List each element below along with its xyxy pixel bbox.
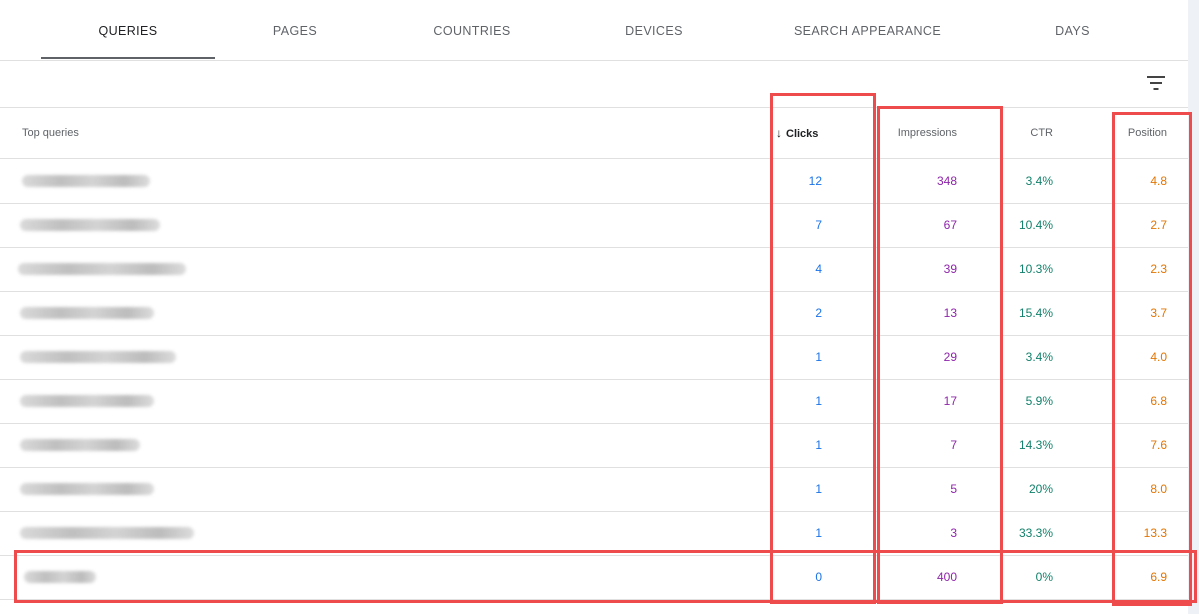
ctr-cell: 0% — [1035, 570, 1053, 584]
redacted-query — [24, 571, 96, 583]
table-row[interactable]: 1 17 5.9% 6.8 — [0, 379, 1188, 424]
clicks-cell: 0 — [815, 570, 822, 584]
position-cell: 13.3 — [1143, 526, 1167, 540]
table-row[interactable]: 0 400 0% 6.9 — [0, 555, 1188, 600]
arrow-down-icon: ↓ — [776, 126, 782, 140]
clicks-header-label: Clicks — [786, 128, 819, 140]
tab-devices[interactable]: DEVICES — [568, 0, 740, 60]
position-cell: 4.8 — [1150, 174, 1167, 188]
ctr-cell: 20% — [1028, 482, 1053, 496]
table-toolbar — [0, 61, 1188, 108]
ctr-cell: 15.4% — [1018, 306, 1053, 320]
table-header: Top queries ↓ Clicks Impressions CTR Posi… — [0, 108, 1188, 159]
column-header-top-queries[interactable]: Top queries — [22, 108, 79, 158]
clicks-cell: 1 — [815, 526, 822, 540]
tab-search-appearance[interactable]: SEARCH APPEARANCE — [760, 0, 975, 60]
ctr-cell: 14.3% — [1018, 438, 1053, 452]
dimension-tabs: QUERIES PAGES COUNTRIES DEVICES SEARCH A… — [0, 0, 1188, 61]
impressions-cell: 3 — [950, 526, 957, 540]
column-header-position[interactable]: Position — [1110, 108, 1167, 158]
performance-report-panel: QUERIES PAGES COUNTRIES DEVICES SEARCH A… — [0, 0, 1197, 614]
table-row[interactable]: 1 5 20% 8.0 — [0, 467, 1188, 512]
impressions-cell: 39 — [943, 262, 957, 276]
position-cell: 2.3 — [1150, 262, 1167, 276]
clicks-cell: 4 — [815, 262, 822, 276]
position-cell: 6.8 — [1150, 394, 1167, 408]
redacted-query — [20, 351, 176, 363]
ctr-cell: 5.9% — [1025, 394, 1053, 408]
table-row[interactable]: 2 13 15.4% 3.7 — [0, 291, 1188, 336]
redacted-query — [20, 219, 160, 231]
redacted-query — [20, 395, 154, 407]
clicks-cell: 1 — [815, 482, 822, 496]
table-row[interactable]: 4 39 10.3% 2.3 — [0, 247, 1188, 292]
impressions-cell: 7 — [950, 438, 957, 452]
impressions-cell: 67 — [943, 218, 957, 232]
impressions-cell: 17 — [943, 394, 957, 408]
impressions-cell: 13 — [943, 306, 957, 320]
ctr-cell: 3.4% — [1025, 174, 1053, 188]
position-cell: 8.0 — [1150, 482, 1167, 496]
redacted-query — [22, 175, 150, 187]
clicks-cell: 2 — [815, 306, 822, 320]
position-cell: 6.9 — [1150, 570, 1167, 584]
column-header-clicks[interactable]: ↓ Clicks — [776, 108, 818, 158]
redacted-query — [18, 263, 186, 275]
clicks-cell: 1 — [815, 350, 822, 364]
tab-pages[interactable]: PAGES — [215, 0, 375, 60]
ctr-cell: 3.4% — [1025, 350, 1053, 364]
clicks-cell: 1 — [815, 438, 822, 452]
position-cell: 3.7 — [1150, 306, 1167, 320]
impressions-cell: 29 — [943, 350, 957, 364]
filter-icon[interactable] — [1146, 74, 1166, 92]
ctr-cell: 33.3% — [1018, 526, 1053, 540]
active-tab-indicator — [41, 57, 215, 59]
redacted-query — [20, 527, 194, 539]
table-row[interactable]: 1 3 33.3% 13.3 — [0, 511, 1188, 556]
clicks-cell: 7 — [815, 218, 822, 232]
tab-days[interactable]: DAYS — [990, 0, 1155, 60]
table-row[interactable]: 12 348 3.4% 4.8 — [0, 159, 1188, 204]
redacted-query — [20, 307, 154, 319]
position-cell: 4.0 — [1150, 350, 1167, 364]
ctr-cell: 10.4% — [1018, 218, 1053, 232]
redacted-query — [20, 483, 154, 495]
position-cell: 7.6 — [1150, 438, 1167, 452]
redacted-query — [20, 439, 140, 451]
table-row[interactable]: 1 29 3.4% 4.0 — [0, 335, 1188, 380]
tab-countries[interactable]: COUNTRIES — [382, 0, 562, 60]
tab-queries[interactable]: QUERIES — [41, 0, 215, 60]
impressions-cell: 348 — [936, 174, 957, 188]
clicks-cell: 1 — [815, 394, 822, 408]
table-row[interactable]: 7 67 10.4% 2.7 — [0, 203, 1188, 248]
position-cell: 2.7 — [1150, 218, 1167, 232]
clicks-cell: 12 — [808, 174, 822, 188]
impressions-cell: 5 — [950, 482, 957, 496]
column-header-ctr[interactable]: CTR — [1000, 108, 1053, 158]
column-header-impressions[interactable]: Impressions — [880, 108, 957, 158]
ctr-cell: 10.3% — [1018, 262, 1053, 276]
impressions-cell: 400 — [936, 570, 957, 584]
table-row[interactable]: 1 7 14.3% 7.6 — [0, 423, 1188, 468]
